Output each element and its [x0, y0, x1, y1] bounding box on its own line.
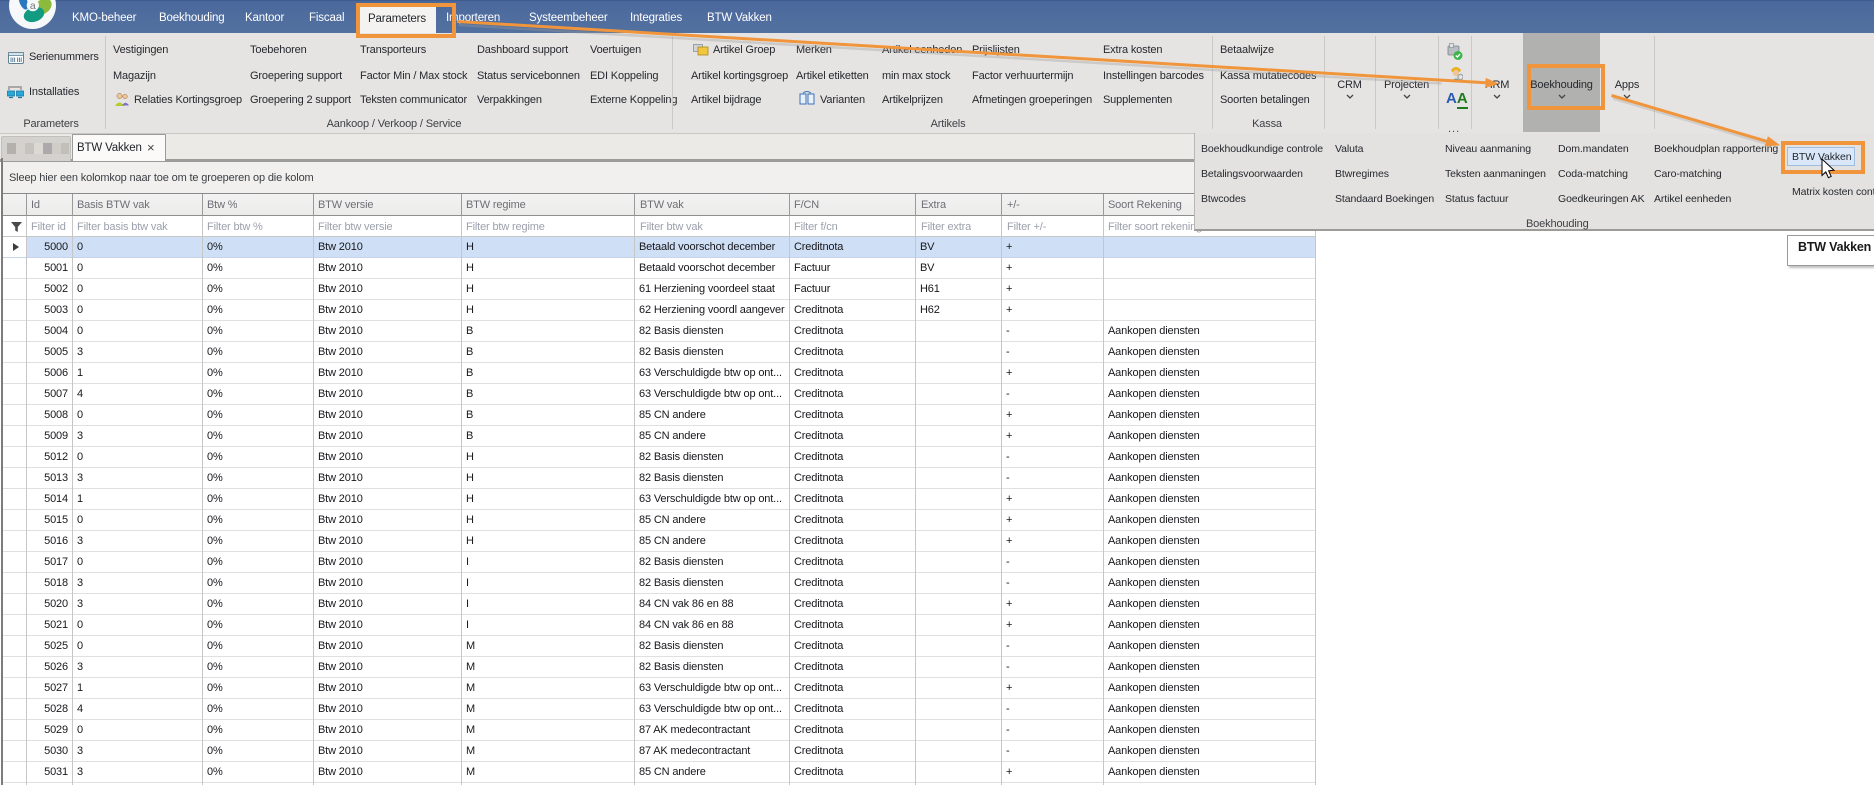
svg-text:a: a: [30, 0, 36, 12]
